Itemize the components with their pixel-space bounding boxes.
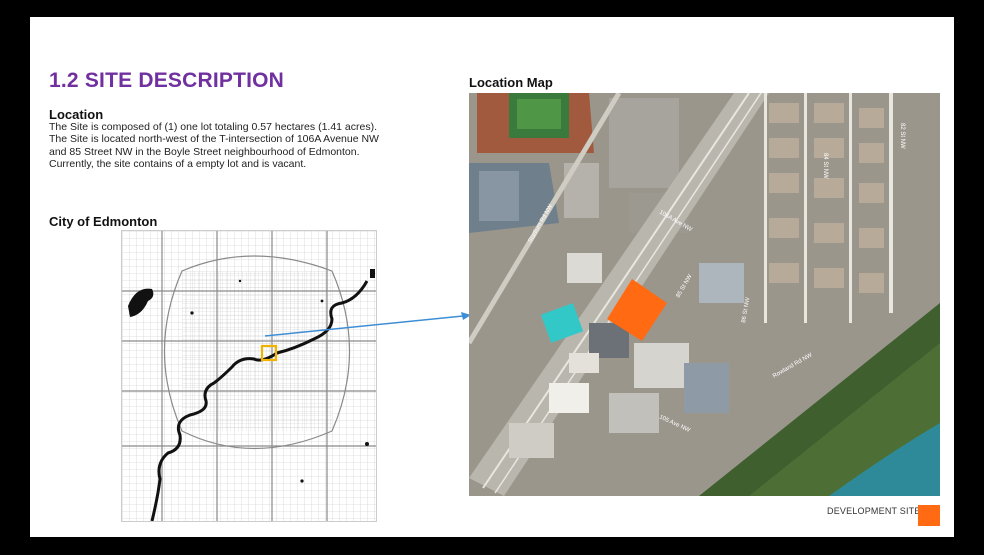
city-map bbox=[121, 230, 377, 522]
location-map: Stadium Rd NW 106A Ave NW 85 St NW 84 St… bbox=[469, 93, 940, 496]
location-description: The Site is composed of (1) one lot tota… bbox=[49, 121, 379, 170]
legend-swatch bbox=[918, 505, 940, 526]
legend-label: DEVELOPMENT SITE bbox=[827, 506, 921, 516]
connector-arrow bbox=[264, 312, 471, 337]
location-map-heading: Location Map bbox=[469, 75, 553, 90]
street-label: 82 St NW bbox=[899, 123, 905, 149]
city-heading: City of Edmonton bbox=[49, 214, 158, 229]
slide: 1.2 SITE DESCRIPTION Location The Site i… bbox=[30, 17, 954, 537]
street-label: 84 St NW bbox=[822, 153, 828, 179]
location-heading: Location bbox=[49, 107, 104, 122]
page-title: 1.2 SITE DESCRIPTION bbox=[49, 69, 285, 92]
